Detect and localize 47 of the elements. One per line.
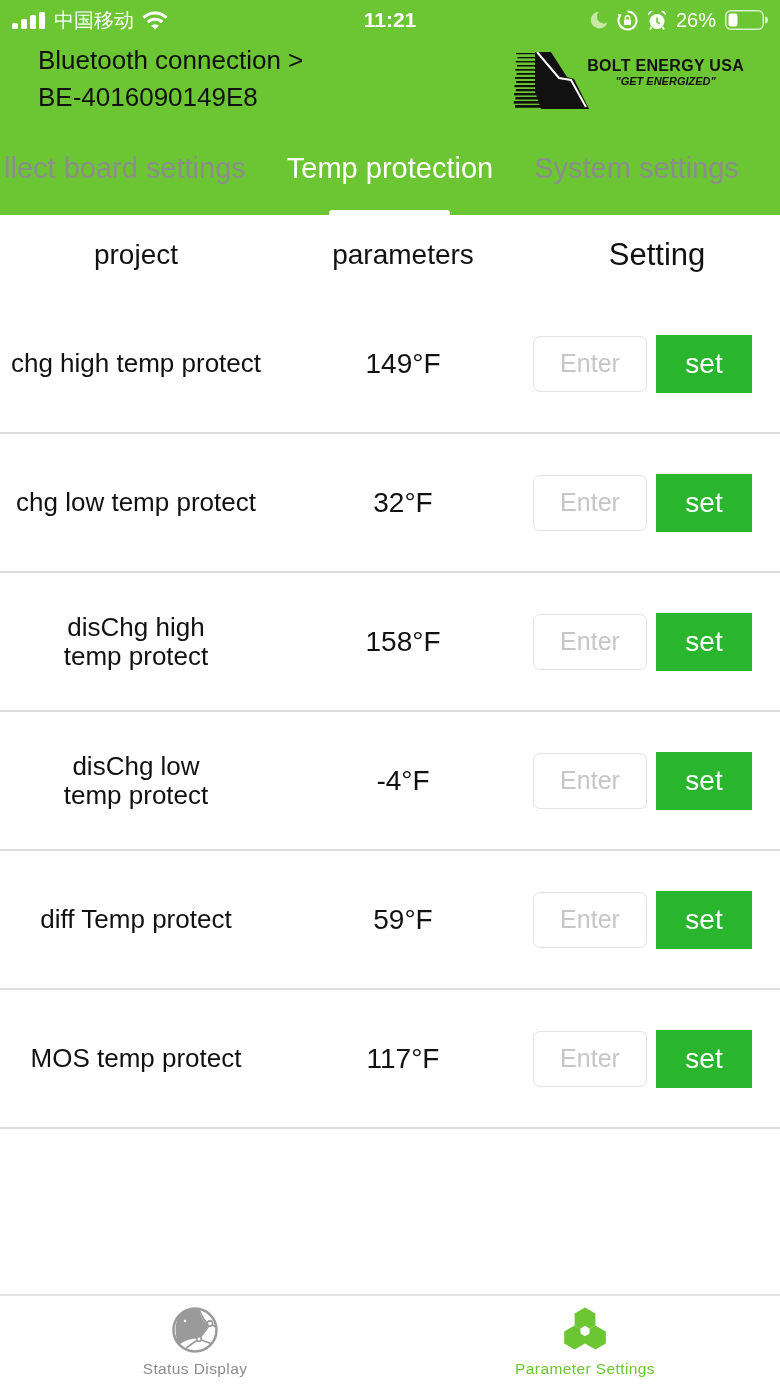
parameter-name: disChg low temp protect	[63, 751, 209, 810]
parameter-value: -4°F	[376, 764, 430, 797]
signal-bars-icon	[12, 11, 46, 29]
tab[interactable]: llect board settings	[4, 140, 246, 215]
parameter-value: 32°F	[373, 486, 433, 519]
moon-icon	[589, 11, 608, 29]
globe-icon	[172, 1307, 218, 1353]
set-button[interactable]: set	[656, 473, 752, 532]
carrier-name: 中国移动	[54, 7, 134, 33]
set-button[interactable]: set	[656, 890, 752, 949]
nav-item[interactable]: Parameter Settings	[515, 1296, 655, 1378]
status-time: 11:21	[363, 8, 417, 32]
parameter-value: 149°F	[365, 347, 441, 380]
column-header: Setting	[607, 237, 707, 273]
set-button[interactable]: set	[656, 612, 752, 671]
tab[interactable]: Temp protection	[286, 140, 494, 215]
logo-text: BOLT ENERGY USA	[587, 57, 744, 74]
set-button[interactable]: set	[656, 1029, 752, 1088]
lightning-stripes-icon	[513, 52, 590, 109]
set-button[interactable]: set	[656, 334, 752, 393]
parameter-value: 59°F	[373, 903, 433, 936]
nav-item[interactable]: Status Display	[142, 1296, 248, 1378]
value-input[interactable]: Enter	[533, 1030, 647, 1087]
parameter-name: chg low temp protect	[16, 488, 256, 517]
parameter-name: chg high temp protect	[10, 349, 261, 378]
battery-icon	[725, 10, 768, 30]
device-id: BE-4016090149E8	[38, 81, 258, 114]
tab[interactable]: System settings	[534, 140, 739, 215]
parameter-value: 158°F	[365, 625, 441, 658]
rotation-lock-icon	[616, 9, 638, 31]
parameter-name: disChg high temp protect	[63, 612, 209, 671]
parameter-name: diff Temp protect	[40, 905, 232, 934]
value-input[interactable]: Enter	[533, 891, 647, 948]
alarm-clock-icon	[646, 9, 667, 31]
set-button[interactable]: set	[656, 751, 752, 810]
parameter-name: MOS temp protect	[30, 1044, 242, 1073]
value-input[interactable]: Enter	[533, 752, 647, 809]
parameter-value: 117°F	[366, 1042, 440, 1075]
column-header: project	[92, 239, 179, 271]
bluetooth-connection-link[interactable]: Bluetooth connection >	[38, 42, 304, 79]
battery-percent: 26%	[675, 8, 716, 32]
column-header: parameters	[331, 239, 475, 271]
logo-tagline: "GET ENERGIZED"	[615, 74, 716, 88]
value-input[interactable]: Enter	[533, 613, 647, 670]
value-input[interactable]: Enter	[533, 474, 647, 531]
value-input[interactable]: Enter	[533, 335, 647, 392]
wifi-icon	[142, 10, 168, 30]
